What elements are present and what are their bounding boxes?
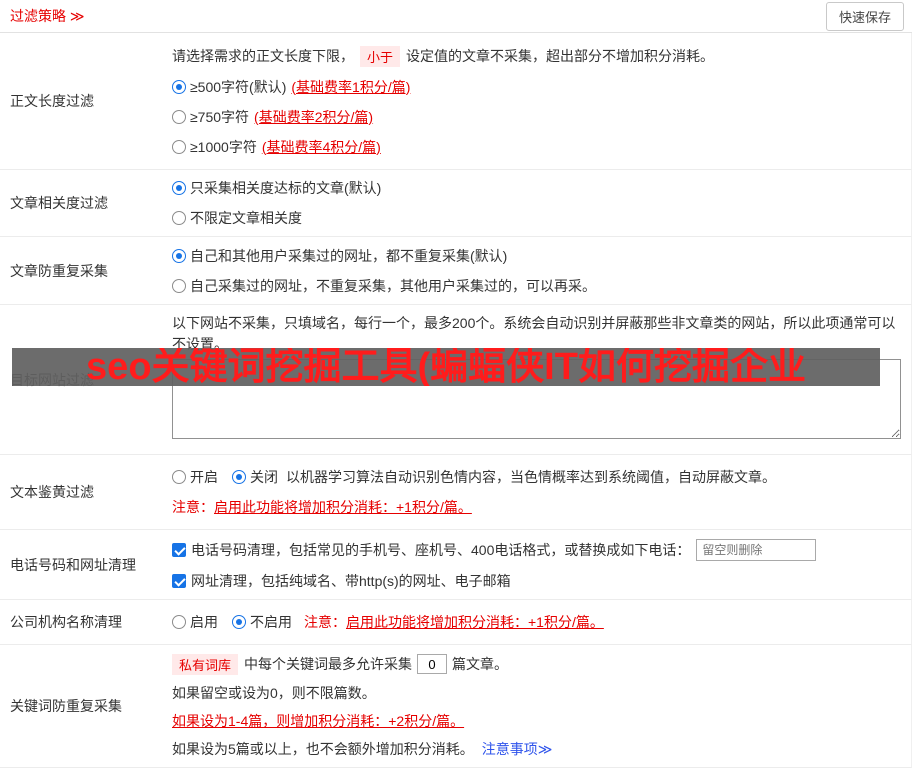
length-intro-pre: 请选择需求的正文长度下限，	[172, 48, 354, 64]
row-relevance-filter: 文章相关度过滤 只采集相关度达标的文章(默认) 不限定文章相关度	[0, 170, 912, 237]
notes-link[interactable]: 注意事项≫	[482, 739, 553, 759]
radio-label-500: ≥500字符(默认)	[190, 78, 287, 95]
row-label-body-length: 正文长度过滤	[10, 93, 94, 109]
checkbox-label-url-clean: 网址清理，包括纯域名、带http(s)的网址、电子邮箱	[191, 572, 511, 589]
keyword-note-free-text: 如果设为5篇或以上，也不会额外增加积分消耗。	[172, 740, 474, 757]
radio-label-porn-off: 关闭	[250, 469, 278, 485]
radio-750-chars[interactable]	[172, 109, 186, 124]
keyword-limit-text: 中每个关键词最多允许采集	[244, 656, 413, 672]
radio-1000-chars[interactable]	[172, 139, 186, 154]
length-option-1000: ≥1000字符 (基础费率4积分/篇)	[172, 137, 901, 157]
relevance-option-2: 不限定文章相关度	[172, 208, 901, 228]
radio-relevance-any[interactable]	[172, 211, 186, 225]
radio-porn-on[interactable]	[172, 470, 186, 484]
phone-replacement-input[interactable]	[696, 538, 817, 561]
row-content-porn: 开启 关闭 以机器学习算法自动识别色情内容，当色情概率达到系统阈值，自动屏蔽文章…	[172, 455, 911, 529]
row-label-company: 公司机构名称清理	[10, 614, 122, 630]
radio-label-750: ≥750字符	[190, 108, 250, 125]
radio-label-company-on: 启用	[190, 614, 218, 630]
radio-company-on[interactable]	[172, 615, 186, 629]
row-company-name-clean: 公司机构名称清理 启用 不启用 注意： 启用此功能将增加积分消耗：+1积分/篇。	[0, 600, 912, 645]
checkbox-label-phone-clean: 电话号码清理，包括常见的手机号、座机号、400电话格式，或替换成如下电话：	[191, 541, 691, 558]
keyword-limit-text-end: 篇文章。	[452, 656, 509, 672]
length-intro-line: 请选择需求的正文长度下限， 小于 设定值的文章不采集，超出部分不增加积分消耗。	[172, 45, 901, 67]
row-phone-url-clean: 电话号码和网址清理 电话号码清理，包括常见的手机号、座机号、400电话格式，或替…	[0, 530, 912, 600]
dedupe-option-1: 自己和其他用户采集过的网址，都不重复采集(默认)	[172, 246, 901, 266]
relevance-option-1: 只采集相关度达标的文章(默认)	[172, 178, 901, 198]
radio-500-chars[interactable]	[172, 79, 186, 94]
dedupe-option-2: 自己采集过的网址，不重复采集，其他用户采集过的，可以再采。	[172, 276, 901, 296]
page-title[interactable]: 过滤策略 ≫	[10, 6, 85, 26]
porn-note-line: 注意： 启用此功能将增加积分消耗：+1积分/篇。	[172, 497, 901, 517]
row-content-body-length: 请选择需求的正文长度下限， 小于 设定值的文章不采集，超出部分不增加积分消耗。 …	[172, 33, 911, 169]
row-dedupe-collect: 文章防重复采集 自己和其他用户采集过的网址，都不重复采集(默认) 自己采集过的网…	[0, 237, 912, 305]
row-label-relevance: 文章相关度过滤	[10, 195, 108, 211]
radio-label-porn-on: 开启	[190, 469, 218, 485]
row-label-dedupe: 文章防重复采集	[10, 262, 108, 279]
radio-label-dedupe-self-only: 自己采集过的网址，不重复采集，其他用户采集过的，可以再采。	[190, 277, 596, 294]
company-note-prefix: 注意：	[304, 614, 346, 630]
length-intro-post: 设定值的文章不采集，超出部分不增加积分消耗。	[406, 48, 715, 64]
keyword-note-unlimited-text: 如果留空或设为0，则不限篇数。	[172, 684, 376, 701]
radio-label-dedupe-all-users: 自己和其他用户采集过的网址，都不重复采集(默认)	[190, 247, 508, 264]
url-clean-line: 网址清理，包括纯域名、带http(s)的网址、电子邮箱	[172, 571, 901, 591]
row-content-relevance: 只采集相关度达标的文章(默认) 不限定文章相关度	[172, 170, 911, 236]
max-collect-count-input[interactable]	[417, 654, 448, 674]
cost-note-750: (基础费率2积分/篇)	[254, 108, 374, 125]
keyword-note-unlimited: 如果留空或设为0，则不限篇数。	[172, 683, 901, 703]
radio-company-off[interactable]	[232, 615, 246, 629]
row-keyword-dedupe: 关键词防重复采集 私有词库 中每个关键词最多允许采集 篇文章。 如果留空或设为0…	[0, 645, 912, 768]
radio-label-1000: ≥1000字符	[190, 138, 257, 155]
checkbox-phone-clean[interactable]	[172, 542, 186, 557]
less-than-tag: 小于	[360, 45, 401, 67]
row-label-keyword: 关键词防重复采集	[10, 698, 122, 714]
length-option-750: ≥750字符 (基础费率2积分/篇)	[172, 107, 901, 127]
keyword-limit-line: 私有词库 中每个关键词最多允许采集 篇文章。	[172, 653, 901, 675]
private-lexicon-tag[interactable]: 私有词库	[172, 653, 239, 675]
company-options-line: 启用 不启用 注意： 启用此功能将增加积分消耗：+1积分/篇。	[172, 612, 901, 632]
row-content-keyword: 私有词库 中每个关键词最多允许采集 篇文章。 如果留空或设为0，则不限篇数。 如…	[172, 645, 911, 767]
watermark-banner: seo关键词挖掘工具(蝙蝠侠IT如何挖掘企业	[12, 348, 880, 386]
radio-label-relevance-any: 不限定文章相关度	[190, 210, 302, 226]
keyword-note-cost-text: 如果设为1-4篇，则增加积分消耗：+2积分/篇。	[172, 712, 465, 729]
company-note-body: 启用此功能将增加积分消耗：+1积分/篇。	[346, 614, 604, 630]
radio-relevance-strict[interactable]	[172, 181, 186, 195]
porn-note-body: 启用此功能将增加积分消耗：+1积分/篇。	[214, 499, 472, 515]
row-content-dedupe: 自己和其他用户采集过的网址，都不重复采集(默认) 自己采集过的网址，不重复采集，…	[172, 237, 911, 304]
row-label-porn: 文本鉴黄过滤	[10, 484, 94, 500]
page-header: 过滤策略 ≫ 快速保存	[0, 0, 912, 33]
porn-description: 以机器学习算法自动识别色情内容，当色情概率达到系统阈值，自动屏蔽文章。	[286, 469, 776, 485]
keyword-note-cost: 如果设为1-4篇，则增加积分消耗：+2积分/篇。	[172, 711, 901, 731]
phone-clean-line: 电话号码清理，包括常见的手机号、座机号、400电话格式，或替换成如下电话：	[172, 538, 901, 561]
row-content-phone-url: 电话号码清理，包括常见的手机号、座机号、400电话格式，或替换成如下电话： 网址…	[172, 530, 911, 599]
row-label-phone-url: 电话号码和网址清理	[10, 556, 136, 573]
porn-note-prefix: 注意：	[172, 499, 214, 515]
length-option-500: ≥500字符(默认) (基础费率1积分/篇)	[172, 77, 901, 97]
radio-label-company-off: 不启用	[250, 614, 292, 630]
row-content-company: 启用 不启用 注意： 启用此功能将增加积分消耗：+1积分/篇。	[172, 600, 911, 644]
row-porn-filter: 文本鉴黄过滤 开启 关闭 以机器学习算法自动识别色情内容，当色情概率达到系统阈值…	[0, 455, 912, 530]
radio-label-relevance-strict: 只采集相关度达标的文章(默认)	[190, 180, 382, 196]
keyword-note-free: 如果设为5篇或以上，也不会额外增加积分消耗。 注意事项≫	[172, 739, 901, 759]
radio-porn-off[interactable]	[232, 470, 246, 484]
checkbox-url-clean[interactable]	[172, 573, 186, 588]
porn-options-line: 开启 关闭 以机器学习算法自动识别色情内容，当色情概率达到系统阈值，自动屏蔽文章…	[172, 467, 901, 487]
row-body-length-filter: 正文长度过滤 请选择需求的正文长度下限， 小于 设定值的文章不采集，超出部分不增…	[0, 33, 912, 170]
cost-note-1000: (基础费率4积分/篇)	[261, 138, 381, 155]
radio-dedupe-all-users[interactable]	[172, 248, 186, 263]
quick-save-button[interactable]: 快速保存	[825, 1, 904, 31]
radio-dedupe-self-only[interactable]	[172, 278, 186, 293]
cost-note-500: (基础费率1积分/篇)	[291, 78, 411, 95]
